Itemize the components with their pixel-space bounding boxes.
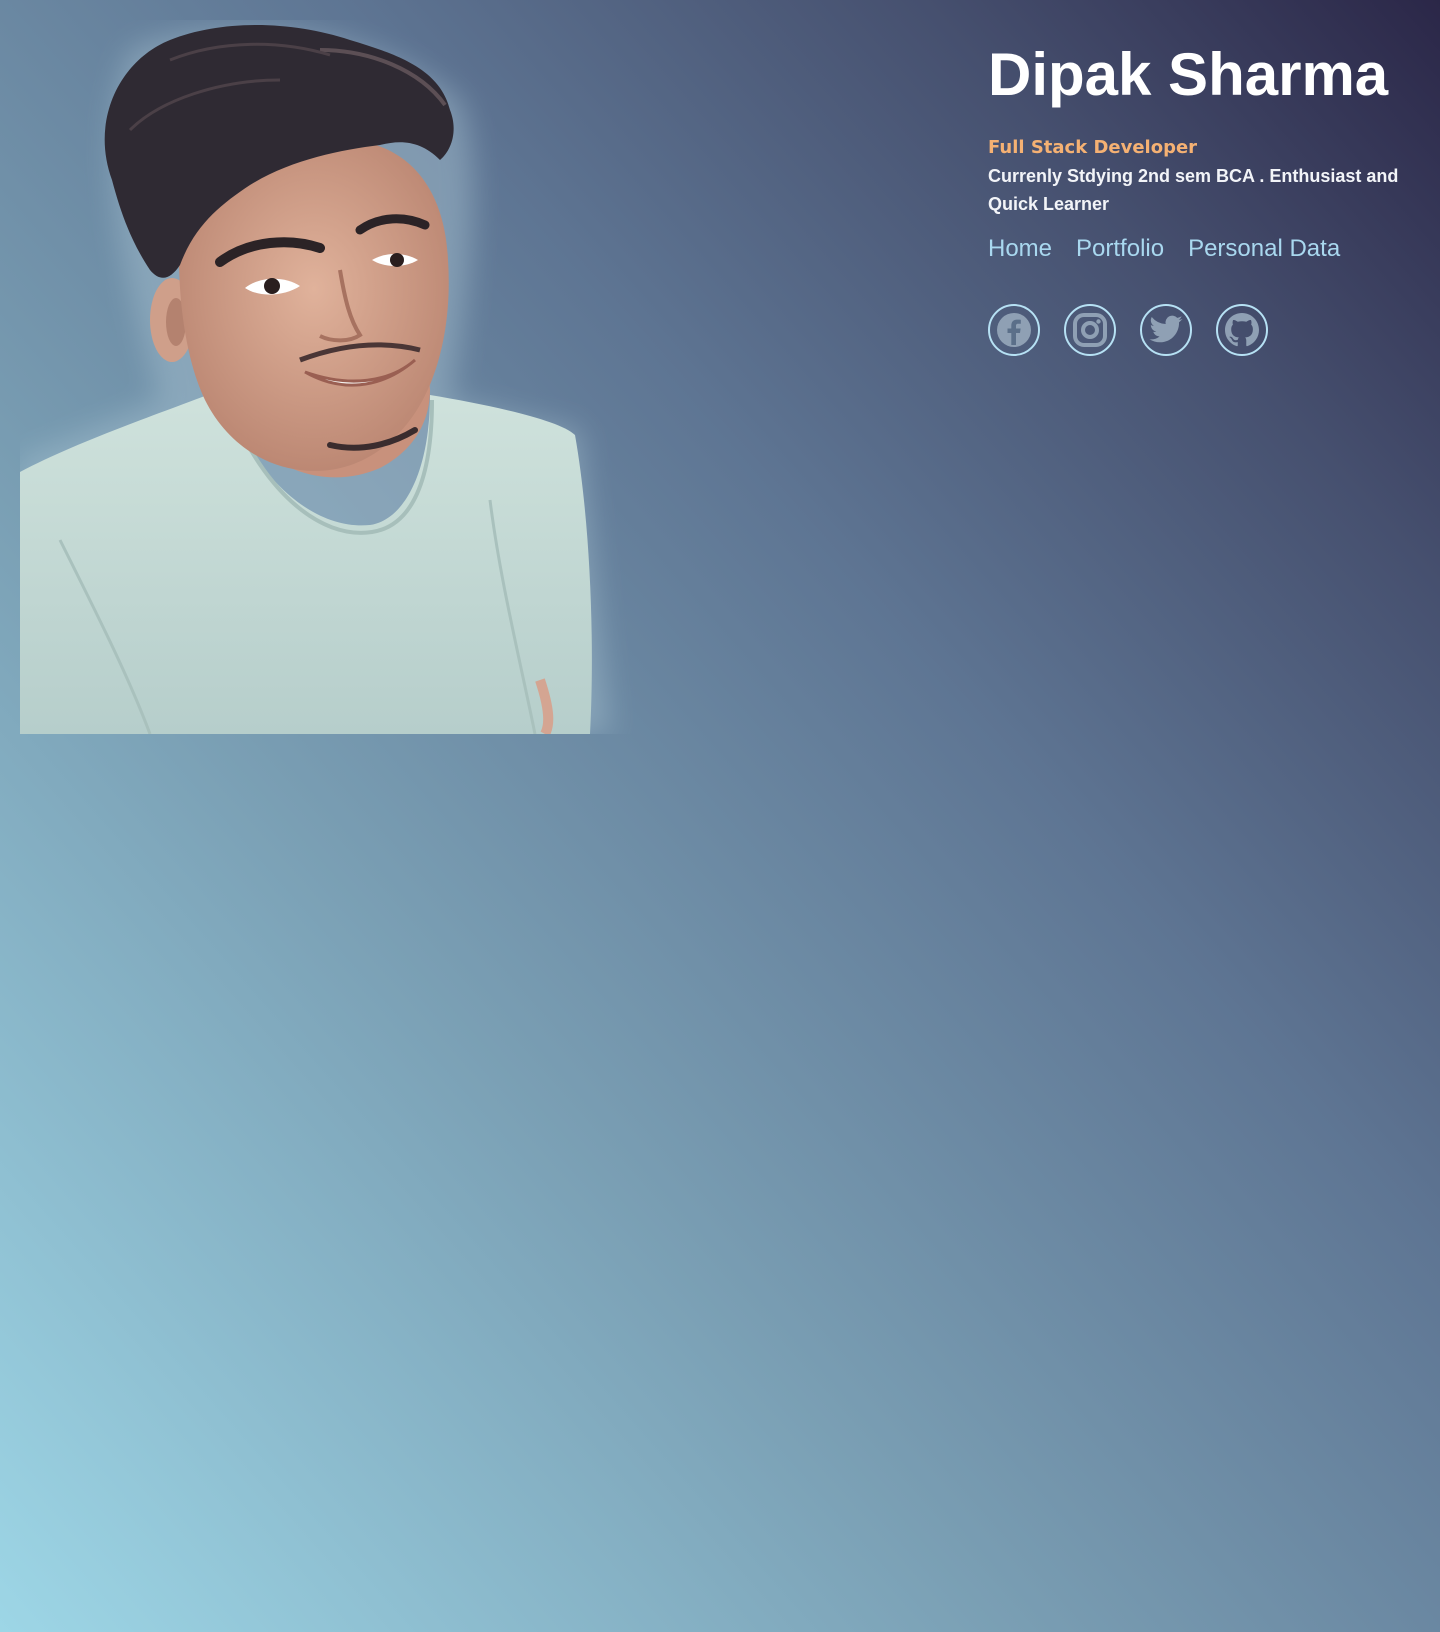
twitter-link[interactable] <box>1140 304 1192 356</box>
nav-link-home[interactable]: Home <box>988 234 1052 264</box>
social-links <box>988 304 1418 356</box>
profile-role: Full Stack Developer <box>988 137 1198 158</box>
main-nav: Home Portfolio Personal Data <box>988 234 1418 264</box>
facebook-icon <box>997 313 1031 347</box>
github-icon <box>1225 313 1259 347</box>
profile-name: Dipak Sharma <box>988 41 1389 108</box>
nav-link-portfolio[interactable]: Portfolio <box>1076 234 1164 264</box>
profile-bio: Currenly Stdying 2nd sem BCA . Enthusias… <box>988 166 1399 214</box>
twitter-icon <box>1149 315 1183 343</box>
github-link[interactable] <box>1216 304 1268 356</box>
instagram-icon <box>1073 313 1107 347</box>
facebook-link[interactable] <box>988 304 1040 356</box>
instagram-link[interactable] <box>1064 304 1116 356</box>
nav-link-personal-data[interactable]: Personal Data <box>1188 234 1340 264</box>
profile-photo <box>20 20 640 734</box>
profile-info: Dipak Sharma Full Stack Developer Curren… <box>988 40 1418 356</box>
